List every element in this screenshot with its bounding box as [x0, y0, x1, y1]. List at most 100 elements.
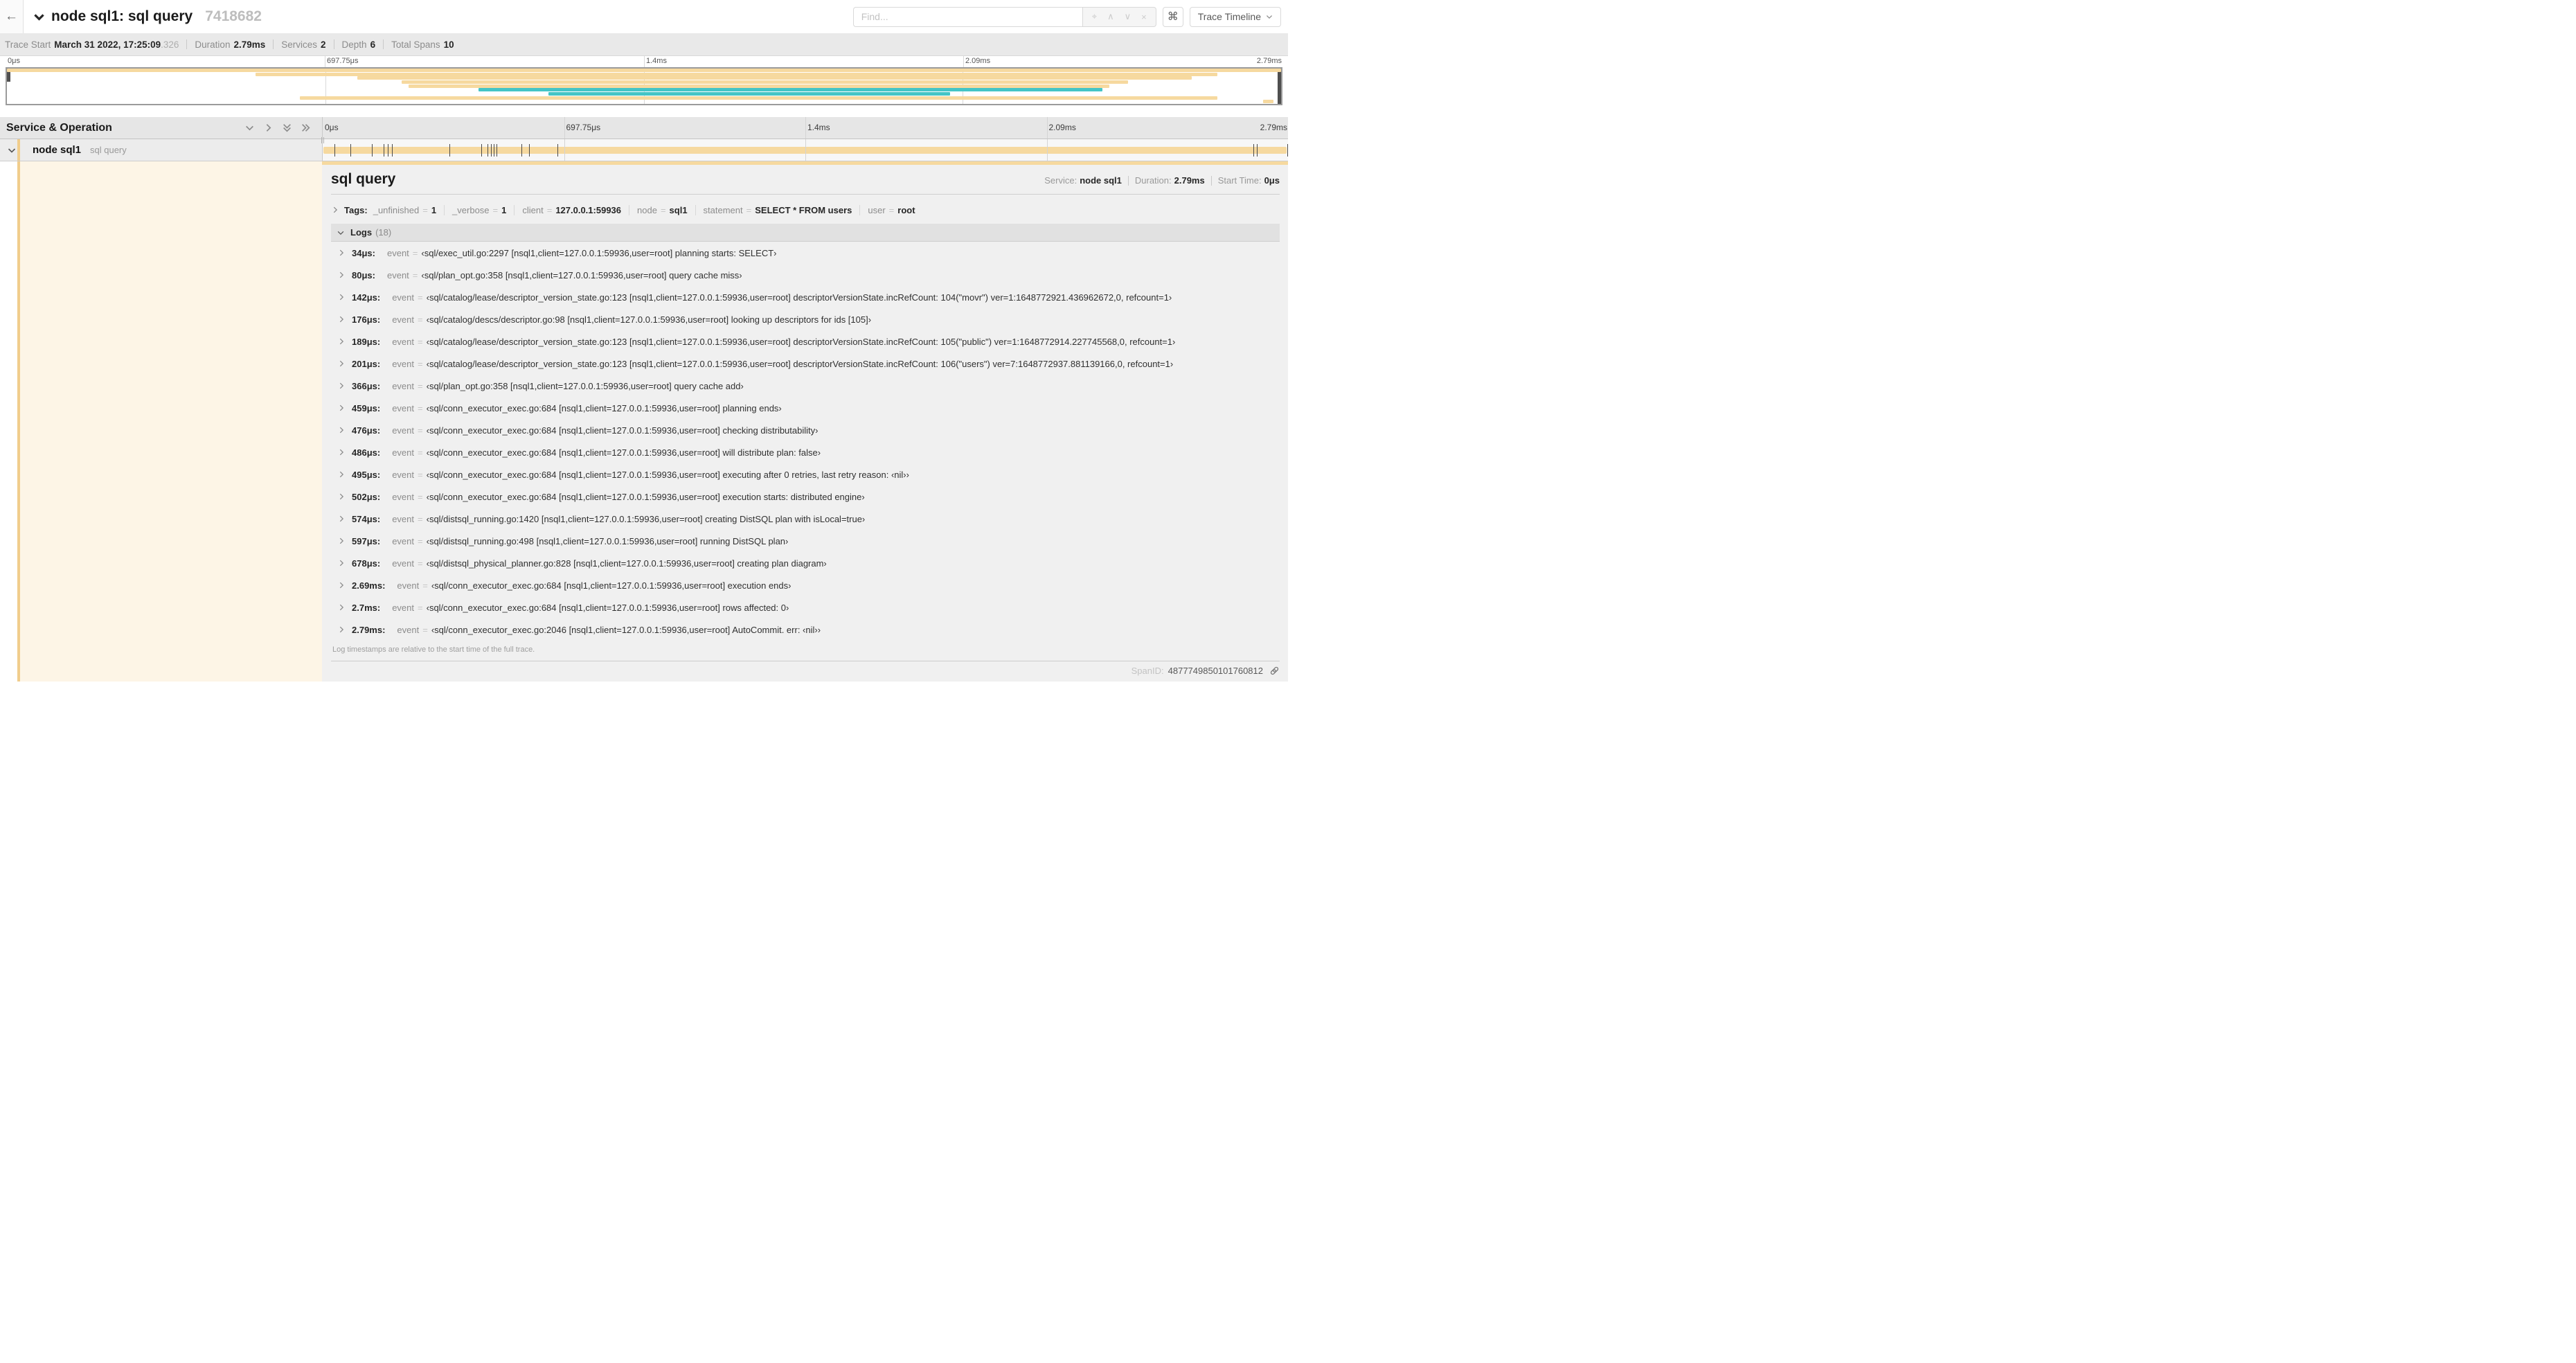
log-event-key: event	[386, 269, 409, 280]
find-input[interactable]	[852, 6, 1082, 27]
trace-start-label: Trace Start	[5, 39, 51, 50]
log-event-key: event	[392, 402, 415, 413]
chevron-right-icon[interactable]	[337, 426, 346, 434]
start-time-value: 0μs	[1264, 175, 1280, 186]
chevron-right-icon[interactable]	[337, 625, 346, 634]
log-row[interactable]: 574μs: event = ‹sql/distsql_running.go:1420…	[331, 508, 1280, 530]
chevron-right-icon[interactable]	[337, 581, 346, 589]
chevron-right-icon[interactable]	[337, 404, 346, 412]
log-message: ‹sql/conn_executor_exec.go:684 [nsql1,cl…	[426, 491, 865, 502]
trace-timeline-page: ← node sql1: sql query 7418682 ⌖ ∧ ∨ × ⌘…	[0, 0, 1288, 682]
log-event-key: event	[392, 469, 415, 480]
chevron-right-icon[interactable]	[337, 448, 346, 456]
chevron-right-icon[interactable]	[337, 470, 346, 479]
chevron-right-icon[interactable]	[337, 492, 346, 501]
chevron-right-icon[interactable]	[337, 271, 346, 279]
log-tick-mark	[449, 144, 450, 157]
chevron-right-icon[interactable]	[337, 337, 346, 346]
chevron-right-icon[interactable]	[337, 293, 346, 301]
collapse-all-icon[interactable]	[282, 123, 292, 133]
log-row[interactable]: 2.7ms: event = ‹sql/conn_executor_exec.go:6…	[331, 596, 1280, 618]
log-row[interactable]: 678μs: event = ‹sql/distsql_physical_planne…	[331, 552, 1280, 574]
chevron-right-icon[interactable]	[337, 359, 346, 368]
tag-key: _verbose	[452, 204, 490, 215]
log-row[interactable]: 495μs: event = ‹sql/conn_executor_exec.go:6…	[331, 463, 1280, 485]
log-event-key: event	[392, 380, 415, 391]
view-selector-button[interactable]: Trace Timeline	[1189, 6, 1281, 27]
log-row[interactable]: 366μs: event = ‹sql/plan_opt.go:358 [nsql1,…	[331, 375, 1280, 397]
logs-header[interactable]: Logs (18)	[331, 224, 1280, 242]
log-timestamp: 176μs:	[352, 314, 381, 325]
timeline-gridline	[1046, 139, 1048, 161]
column-resizer[interactable]	[321, 137, 324, 143]
chevron-down-icon	[337, 229, 345, 237]
service-operation-header: Service & Operation	[0, 117, 324, 143]
log-row[interactable]: 34μs: event = ‹sql/exec_util.go:2297 [nsql1…	[331, 242, 1280, 264]
view-selector-label: Trace Timeline	[1197, 11, 1261, 22]
span-row[interactable]: node sql1 sql query	[0, 139, 1288, 161]
chevron-right-icon[interactable]	[337, 537, 346, 545]
find-group: ⌖ ∧ ∨ ×	[852, 6, 1156, 27]
ruler-tick-label: 2.79ms	[1256, 57, 1282, 65]
log-equals: =	[418, 358, 423, 369]
chevron-down-icon[interactable]	[7, 145, 17, 155]
ruler-gridline	[644, 56, 645, 67]
log-timestamp: 476μs:	[352, 425, 381, 436]
back-arrow-icon: ←	[5, 9, 18, 24]
log-event-key: event	[392, 425, 415, 436]
expand-one-icon[interactable]	[263, 123, 274, 133]
collapse-one-icon[interactable]	[244, 123, 255, 133]
prev-result-icon[interactable]: ∧	[1107, 11, 1114, 22]
collapse-controls	[244, 123, 311, 133]
locate-icon[interactable]: ⌖	[1092, 11, 1097, 22]
detail-stats: Service: node sql1 Duration: 2.79ms Start …	[1044, 175, 1280, 186]
tag-value: 1	[431, 204, 437, 215]
log-row[interactable]: 486μs: event = ‹sql/conn_executor_exec.go:6…	[331, 441, 1280, 463]
log-tick-mark	[521, 144, 522, 157]
ruler-tick-label: 2.09ms	[1048, 123, 1076, 132]
duration-value: 2.79ms	[233, 39, 266, 50]
log-row[interactable]: 502μs: event = ‹sql/conn_executor_exec.go:6…	[331, 485, 1280, 508]
log-row[interactable]: 2.69ms: event = ‹sql/conn_executor_exec.go:…	[331, 574, 1280, 596]
tags-row[interactable]: Tags: _unfinished = 1 _verbose = 1 client = 127.…	[331, 204, 1280, 216]
minimap-canvas[interactable]	[6, 67, 1282, 105]
span-timeline-cell[interactable]	[322, 139, 1288, 161]
expand-all-icon[interactable]	[301, 123, 311, 133]
log-row[interactable]: 476μs: event = ‹sql/conn_executor_exec.go:6…	[331, 419, 1280, 441]
minimap-ruler: 0μs 697.75μs 1.4ms 2.09ms 2.79ms	[6, 56, 1282, 67]
log-message: ‹sql/distsql_physical_planner.go:828 [ns…	[426, 558, 827, 569]
chevron-right-icon[interactable]	[337, 559, 346, 567]
keyboard-shortcuts-button[interactable]: ⌘	[1162, 6, 1183, 27]
clear-search-icon[interactable]: ×	[1141, 12, 1147, 22]
minimap-right-scrubber[interactable]	[1278, 69, 1281, 104]
span-name-cell[interactable]: node sql1 sql query	[0, 139, 322, 161]
log-row[interactable]: 459μs: event = ‹sql/conn_executor_exec.go:6…	[331, 397, 1280, 419]
chevron-right-icon[interactable]	[337, 603, 346, 612]
back-button[interactable]: ←	[0, 0, 24, 33]
log-tick-mark	[481, 144, 483, 157]
divider	[1127, 175, 1129, 186]
chevron-right-icon[interactable]	[337, 515, 346, 523]
detail-header: sql query Service: node sql1 Duration: 2.7…	[331, 171, 1280, 188]
tag-value: SELECT * FROM users	[755, 204, 852, 215]
log-equals: =	[418, 491, 423, 502]
next-result-icon[interactable]: ∨	[1125, 11, 1132, 22]
divider	[273, 39, 274, 49]
trace-id: 7418682	[205, 8, 262, 24]
trace-title-group[interactable]: node sql1: sql query 7418682	[33, 8, 853, 25]
log-row[interactable]: 201μs: event = ‹sql/catalog/lease/descripto…	[331, 353, 1280, 375]
log-row[interactable]: 142μs: event = ‹sql/catalog/lease/descripto…	[331, 286, 1280, 308]
tag-equals: =	[492, 204, 499, 215]
tag-equals: =	[746, 204, 752, 215]
chevron-right-icon[interactable]	[337, 315, 346, 323]
log-tick-mark	[1287, 144, 1288, 157]
log-row[interactable]: 189μs: event = ‹sql/catalog/lease/descripto…	[331, 330, 1280, 353]
chevron-right-icon[interactable]	[337, 249, 346, 257]
log-row[interactable]: 176μs: event = ‹sql/catalog/descs/descripto…	[331, 308, 1280, 330]
tag-key: user	[868, 204, 886, 215]
log-row[interactable]: 597μs: event = ‹sql/distsql_running.go:498 …	[331, 530, 1280, 552]
chevron-right-icon[interactable]	[337, 382, 346, 390]
log-row[interactable]: 2.79ms: event = ‹sql/conn_executor_exec.go:…	[331, 618, 1280, 641]
link-icon[interactable]	[1269, 666, 1280, 676]
log-row[interactable]: 80μs: event = ‹sql/plan_opt.go:358 [nsql1,c…	[331, 264, 1280, 286]
